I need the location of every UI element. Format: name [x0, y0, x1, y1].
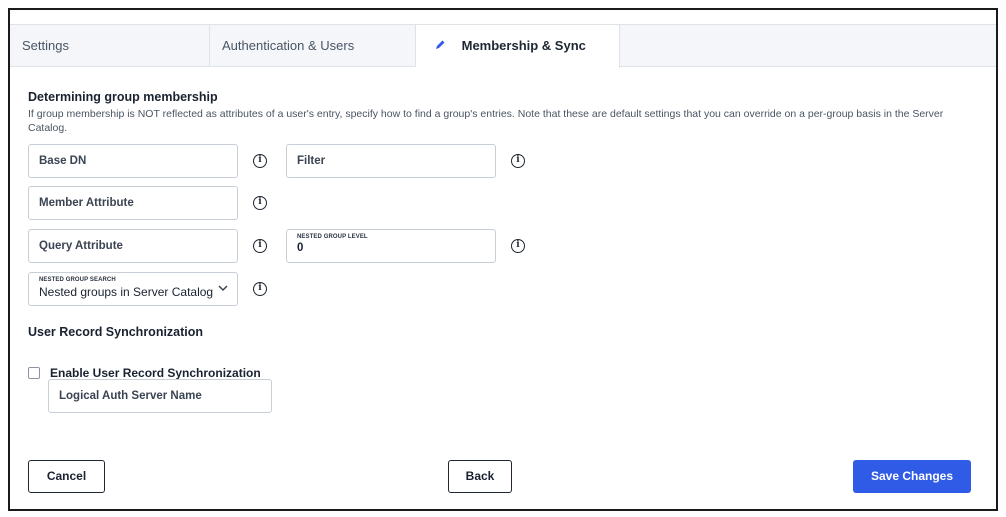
- tab-settings-label: Settings: [22, 38, 69, 53]
- nested-group-level-info-icon[interactable]: i: [511, 239, 525, 253]
- pencil-icon: [436, 40, 445, 49]
- nested-group-level-input[interactable]: NESTED GROUP LEVEL 0: [286, 229, 496, 263]
- user-record-sync-heading: User Record Synchronization: [28, 325, 204, 339]
- group-membership-description: If group membership is NOT reflected as …: [28, 108, 944, 134]
- filter-input[interactable]: Filter: [286, 144, 496, 178]
- tab-authentication-users[interactable]: Authentication & Users: [210, 25, 416, 67]
- tab-settings[interactable]: Settings: [10, 25, 210, 67]
- nested-group-level-label: NESTED GROUP LEVEL: [297, 234, 368, 240]
- membership-settings-panel: Settings Authentication & Users Membersh…: [8, 8, 998, 511]
- logical-auth-server-input[interactable]: Logical Auth Server Name: [48, 379, 272, 413]
- nested-group-level-value: 0: [297, 242, 304, 254]
- cancel-button[interactable]: Cancel: [28, 460, 105, 493]
- nested-group-search-select[interactable]: NESTED GROUP SEARCH Nested groups in Ser…: [28, 272, 238, 306]
- tab-membership-sync-label: Membership & Sync: [461, 38, 586, 53]
- tab-authentication-users-label: Authentication & Users: [222, 38, 355, 53]
- tab-bar: Settings Authentication & Users Membersh…: [10, 24, 996, 68]
- member-attribute-input[interactable]: Member Attribute: [28, 186, 238, 220]
- tab-membership-sync[interactable]: Membership & Sync: [416, 25, 620, 68]
- query-attribute-input[interactable]: Query Attribute: [28, 229, 238, 263]
- member-attribute-info-icon[interactable]: i: [253, 196, 267, 210]
- enable-sync-label[interactable]: Enable User Record Synchronization: [50, 366, 261, 380]
- nested-group-search-info-icon[interactable]: i: [253, 282, 267, 296]
- enable-sync-checkbox[interactable]: [28, 367, 40, 379]
- save-changes-button[interactable]: Save Changes: [853, 460, 971, 493]
- filter-info-icon[interactable]: i: [511, 154, 525, 168]
- query-attribute-info-icon[interactable]: i: [253, 239, 267, 253]
- nested-group-search-value: Nested groups in Server Catalog: [39, 285, 214, 299]
- base-dn-input[interactable]: Base DN: [28, 144, 238, 178]
- nested-group-search-label: NESTED GROUP SEARCH: [39, 277, 116, 283]
- base-dn-info-icon[interactable]: i: [253, 154, 267, 168]
- group-membership-heading: Determining group membership: [28, 90, 218, 104]
- back-button[interactable]: Back: [448, 460, 512, 493]
- chevron-down-icon: [218, 285, 228, 292]
